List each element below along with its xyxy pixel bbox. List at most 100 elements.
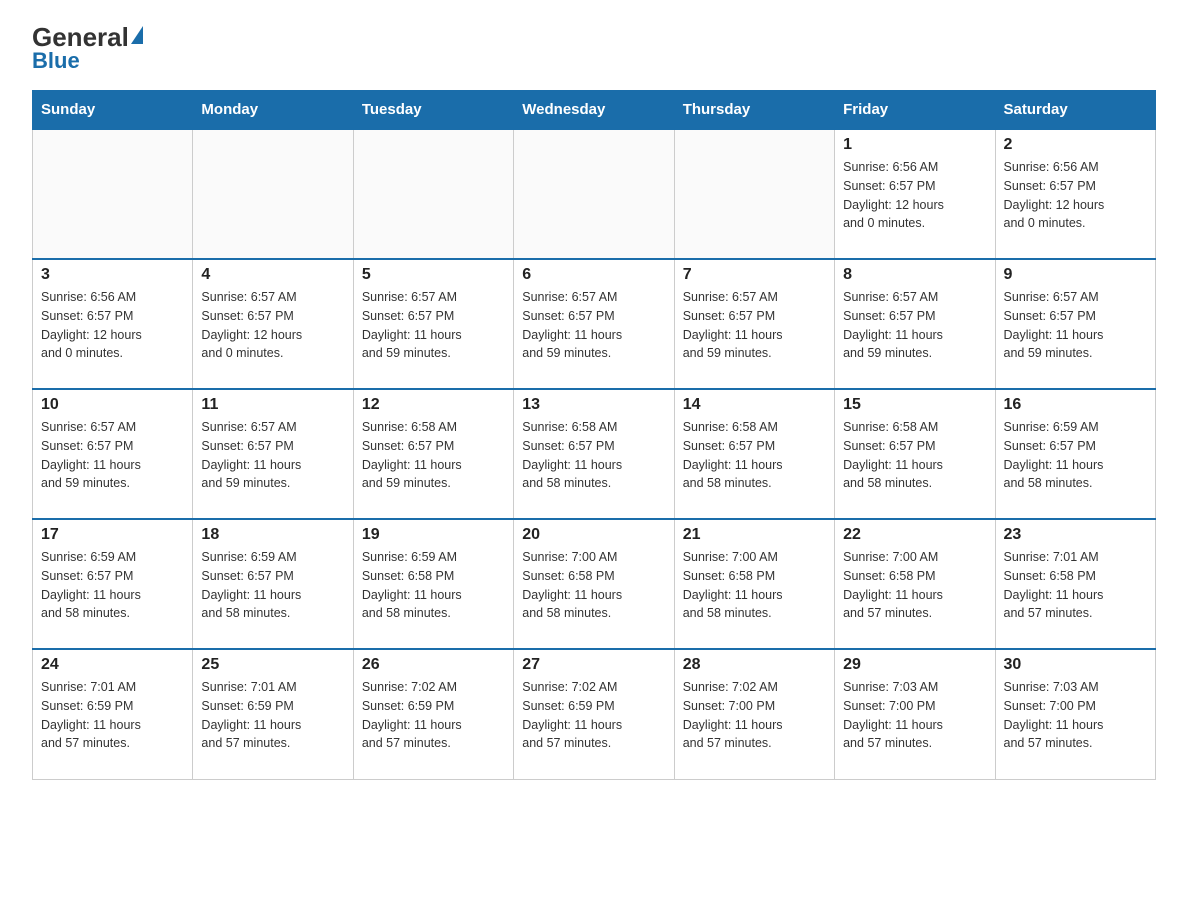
calendar-cell: 16 Sunrise: 6:59 AM Sunset: 6:57 PM Dayli… (995, 389, 1155, 519)
calendar-cell: 11Sunrise: 6:57 AM Sunset: 6:57 PM Dayli… (193, 389, 353, 519)
day-info: Sunrise: 6:57 AM Sunset: 6:57 PM Dayligh… (1004, 288, 1147, 363)
day-number: 26 (362, 656, 505, 674)
calendar-cell: 24 Sunrise: 7:01 AM Sunset: 6:59 PM Dayli… (33, 649, 193, 779)
day-number: 14 (683, 396, 826, 414)
day-info: Sunrise: 6:58 AM Sunset: 6:57 PM Dayligh… (683, 418, 826, 493)
day-number: 4 (201, 266, 344, 284)
day-number: 25 (201, 656, 344, 674)
day-number: 8 (843, 266, 986, 284)
day-info: Sunrise: 6:57 AM Sunset: 6:57 PM Dayligh… (843, 288, 986, 363)
day-number: 7 (683, 266, 826, 284)
day-number: 23 (1004, 526, 1147, 544)
calendar-cell: 29 Sunrise: 7:03 AM Sunset: 7:00 PM Dayli… (835, 649, 995, 779)
day-info: Sunrise: 6:56 AM Sunset: 6:57 PM Dayligh… (843, 158, 986, 233)
day-info: Sunrise: 6:59 AM Sunset: 6:57 PM Dayligh… (201, 548, 344, 623)
week-row-2: 3Sunrise: 6:56 AM Sunset: 6:57 PM Daylig… (33, 259, 1156, 389)
day-number: 5 (362, 266, 505, 284)
day-number: 10 (41, 396, 184, 414)
day-info: Sunrise: 7:01 AM Sunset: 6:59 PM Dayligh… (201, 678, 344, 753)
day-number: 20 (522, 526, 665, 544)
calendar-cell (353, 129, 513, 259)
calendar-cell: 2Sunrise: 6:56 AM Sunset: 6:57 PM Daylig… (995, 129, 1155, 259)
day-number: 2 (1004, 136, 1147, 154)
day-info: Sunrise: 6:59 AM Sunset: 6:58 PM Dayligh… (362, 548, 505, 623)
col-header-thursday: Thursday (674, 91, 834, 130)
day-info: Sunrise: 6:59 AM Sunset: 6:57 PM Dayligh… (1004, 418, 1147, 493)
day-number: 11 (201, 396, 344, 414)
day-number: 27 (522, 656, 665, 674)
day-number: 17 (41, 526, 184, 544)
col-header-sunday: Sunday (33, 91, 193, 130)
day-info: Sunrise: 7:01 AM Sunset: 6:58 PM Dayligh… (1004, 548, 1147, 623)
day-number: 24 (41, 656, 184, 674)
day-number: 9 (1004, 266, 1147, 284)
calendar-cell: 30 Sunrise: 7:03 AM Sunset: 7:00 PM Dayli… (995, 649, 1155, 779)
day-info: Sunrise: 7:03 AM Sunset: 7:00 PM Dayligh… (843, 678, 986, 753)
col-header-wednesday: Wednesday (514, 91, 674, 130)
day-info: Sunrise: 7:02 AM Sunset: 6:59 PM Dayligh… (362, 678, 505, 753)
calendar-cell: 23 Sunrise: 7:01 AM Sunset: 6:58 PM Dayli… (995, 519, 1155, 649)
calendar-cell: 4 Sunrise: 6:57 AM Sunset: 6:57 PM Daylig… (193, 259, 353, 389)
day-info: Sunrise: 6:58 AM Sunset: 6:57 PM Dayligh… (843, 418, 986, 493)
day-number: 22 (843, 526, 986, 544)
calendar-cell: 18 Sunrise: 6:59 AM Sunset: 6:57 PM Dayli… (193, 519, 353, 649)
calendar-table: SundayMondayTuesdayWednesdayThursdayFrid… (32, 90, 1156, 780)
week-row-3: 10 Sunrise: 6:57 AM Sunset: 6:57 PM Dayli… (33, 389, 1156, 519)
day-info: Sunrise: 7:00 AM Sunset: 6:58 PM Dayligh… (522, 548, 665, 623)
calendar-cell: 3Sunrise: 6:56 AM Sunset: 6:57 PM Daylig… (33, 259, 193, 389)
day-number: 30 (1004, 656, 1147, 674)
day-number: 12 (362, 396, 505, 414)
calendar-cell: 15 Sunrise: 6:58 AM Sunset: 6:57 PM Dayli… (835, 389, 995, 519)
calendar-cell: 20 Sunrise: 7:00 AM Sunset: 6:58 PM Dayli… (514, 519, 674, 649)
calendar-cell (33, 129, 193, 259)
calendar-cell: 6 Sunrise: 6:57 AM Sunset: 6:57 PM Daylig… (514, 259, 674, 389)
calendar-cell (193, 129, 353, 259)
calendar-cell: 13Sunrise: 6:58 AM Sunset: 6:57 PM Dayli… (514, 389, 674, 519)
page-header: General Blue (32, 24, 1156, 74)
day-number: 3 (41, 266, 184, 284)
week-row-1: 1 Sunrise: 6:56 AM Sunset: 6:57 PM Daylig… (33, 129, 1156, 259)
day-info: Sunrise: 6:57 AM Sunset: 6:57 PM Dayligh… (522, 288, 665, 363)
calendar-cell: 8 Sunrise: 6:57 AM Sunset: 6:57 PM Daylig… (835, 259, 995, 389)
day-info: Sunrise: 7:02 AM Sunset: 7:00 PM Dayligh… (683, 678, 826, 753)
day-info: Sunrise: 6:57 AM Sunset: 6:57 PM Dayligh… (362, 288, 505, 363)
logo-text: General (32, 24, 143, 50)
calendar-cell: 22 Sunrise: 7:00 AM Sunset: 6:58 PM Dayli… (835, 519, 995, 649)
calendar-cell: 7Sunrise: 6:57 AM Sunset: 6:57 PM Daylig… (674, 259, 834, 389)
calendar-cell (514, 129, 674, 259)
day-number: 6 (522, 266, 665, 284)
day-info: Sunrise: 6:58 AM Sunset: 6:57 PM Dayligh… (362, 418, 505, 493)
day-number: 21 (683, 526, 826, 544)
day-number: 18 (201, 526, 344, 544)
day-number: 16 (1004, 396, 1147, 414)
logo-triangle-icon (131, 26, 143, 44)
day-info: Sunrise: 6:57 AM Sunset: 6:57 PM Dayligh… (41, 418, 184, 493)
col-header-friday: Friday (835, 91, 995, 130)
calendar-cell: 9 Sunrise: 6:57 AM Sunset: 6:57 PM Daylig… (995, 259, 1155, 389)
calendar-cell: 25 Sunrise: 7:01 AM Sunset: 6:59 PM Dayli… (193, 649, 353, 779)
calendar-cell: 19 Sunrise: 6:59 AM Sunset: 6:58 PM Dayli… (353, 519, 513, 649)
day-number: 1 (843, 136, 986, 154)
calendar-cell: 12 Sunrise: 6:58 AM Sunset: 6:57 PM Dayli… (353, 389, 513, 519)
day-info: Sunrise: 7:03 AM Sunset: 7:00 PM Dayligh… (1004, 678, 1147, 753)
day-number: 29 (843, 656, 986, 674)
calendar-cell: 14 Sunrise: 6:58 AM Sunset: 6:57 PM Dayli… (674, 389, 834, 519)
day-number: 19 (362, 526, 505, 544)
col-header-tuesday: Tuesday (353, 91, 513, 130)
calendar-cell: 5 Sunrise: 6:57 AM Sunset: 6:57 PM Daylig… (353, 259, 513, 389)
day-info: Sunrise: 7:02 AM Sunset: 6:59 PM Dayligh… (522, 678, 665, 753)
day-number: 28 (683, 656, 826, 674)
day-number: 13 (522, 396, 665, 414)
day-info: Sunrise: 7:00 AM Sunset: 6:58 PM Dayligh… (843, 548, 986, 623)
week-row-5: 24 Sunrise: 7:01 AM Sunset: 6:59 PM Dayli… (33, 649, 1156, 779)
day-info: Sunrise: 7:00 AM Sunset: 6:58 PM Dayligh… (683, 548, 826, 623)
calendar-cell: 26 Sunrise: 7:02 AM Sunset: 6:59 PM Dayli… (353, 649, 513, 779)
week-row-4: 17 Sunrise: 6:59 AM Sunset: 6:57 PM Dayli… (33, 519, 1156, 649)
day-info: Sunrise: 7:01 AM Sunset: 6:59 PM Dayligh… (41, 678, 184, 753)
calendar-cell (674, 129, 834, 259)
logo-blue-text: Blue (32, 48, 80, 74)
calendar-cell: 21 Sunrise: 7:00 AM Sunset: 6:58 PM Dayli… (674, 519, 834, 649)
day-number: 15 (843, 396, 986, 414)
calendar-cell: 28 Sunrise: 7:02 AM Sunset: 7:00 PM Dayli… (674, 649, 834, 779)
day-info: Sunrise: 6:57 AM Sunset: 6:57 PM Dayligh… (201, 288, 344, 363)
